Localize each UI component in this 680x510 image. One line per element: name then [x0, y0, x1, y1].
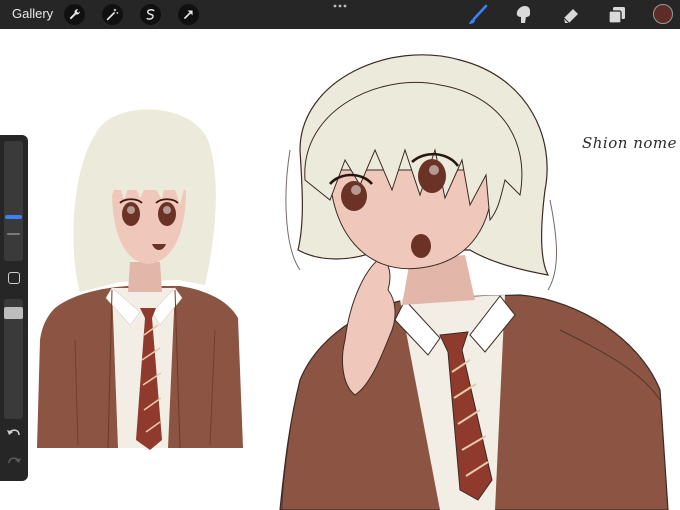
modify-square-icon[interactable]	[8, 272, 20, 284]
layers-icon[interactable]	[606, 4, 628, 26]
large-character-sketch	[279, 54, 669, 510]
selection-icon	[146, 9, 155, 20]
brush-opacity-slider[interactable]	[4, 299, 23, 419]
brush-size-slider[interactable]	[4, 141, 23, 261]
gallery-button[interactable]: Gallery	[12, 6, 53, 21]
small-character-drawing	[37, 109, 243, 450]
transform-button[interactable]	[178, 4, 199, 25]
side-toolbar	[0, 135, 28, 481]
more-options-icon[interactable]	[330, 1, 350, 11]
color-picker-swatch[interactable]	[653, 4, 673, 24]
top-toolbar: Gallery	[0, 0, 680, 29]
brush-opacity-handle[interactable]	[4, 307, 23, 319]
brush-size-handle[interactable]	[5, 215, 22, 219]
handwritten-note: Shion nome	[582, 134, 677, 152]
undo-arrow-icon[interactable]	[6, 427, 22, 441]
adjustments-button[interactable]	[102, 4, 123, 25]
brush-icon[interactable]	[467, 4, 489, 26]
eraser-icon[interactable]	[560, 4, 582, 26]
transform-arrow-icon	[183, 10, 193, 20]
selection-button[interactable]	[140, 4, 161, 25]
actions-button[interactable]	[64, 4, 85, 25]
drawing-canvas[interactable]	[0, 29, 680, 510]
wrench-icon	[69, 9, 80, 20]
smudge-icon[interactable]	[512, 4, 534, 26]
brush-size-marker	[7, 233, 20, 235]
redo-arrow-icon[interactable]	[6, 455, 22, 469]
magic-wand-icon	[106, 8, 119, 21]
